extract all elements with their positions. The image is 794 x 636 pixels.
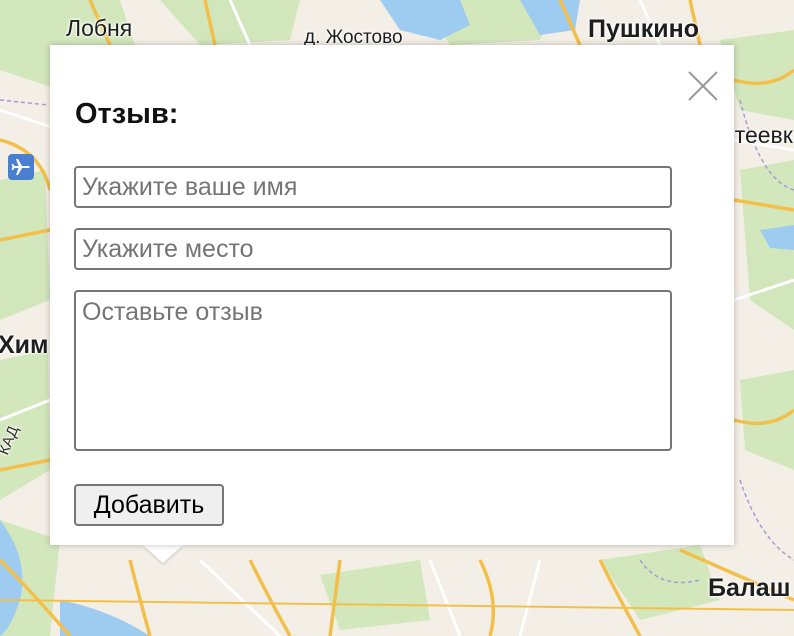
close-icon — [688, 71, 718, 101]
map-label-balashikha: Балаш — [708, 574, 791, 602]
map-label-khimki: Хим — [0, 331, 49, 359]
review-textarea[interactable] — [74, 290, 672, 451]
add-button[interactable]: Добавить — [74, 484, 224, 526]
place-input[interactable] — [74, 228, 672, 270]
map-label-pushkino: Пушкино — [588, 15, 699, 43]
review-popup: Отзыв: Добавить — [50, 45, 734, 545]
airport-icon[interactable] — [8, 154, 34, 180]
close-button[interactable] — [686, 69, 720, 103]
airplane-icon — [11, 159, 30, 175]
popup-title: Отзыв: — [75, 98, 179, 130]
name-input[interactable] — [74, 166, 672, 208]
popup-pointer — [143, 545, 183, 563]
map-label-lobnya: Лобня — [66, 15, 133, 41]
